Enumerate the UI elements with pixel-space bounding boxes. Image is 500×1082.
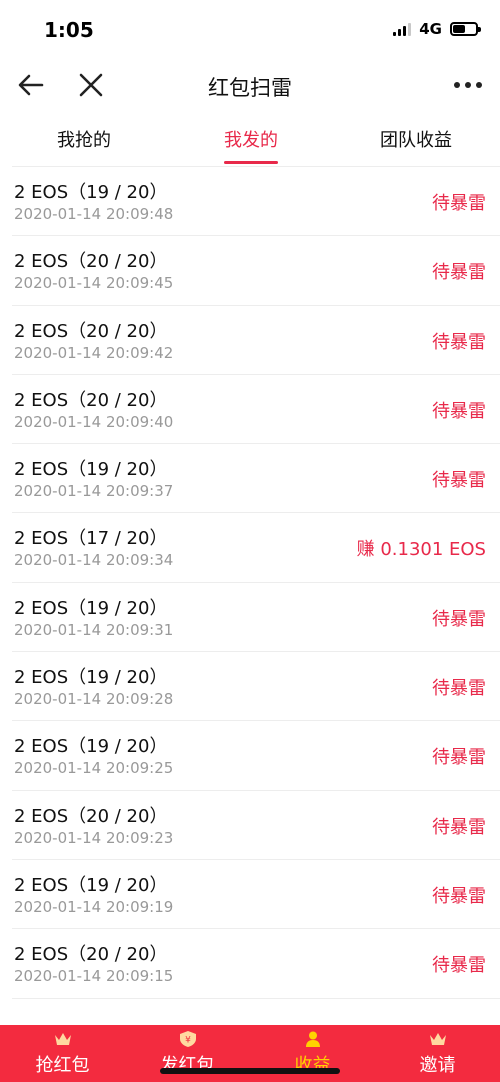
packet-timestamp: 2020-01-14 20:09:45 — [14, 274, 174, 293]
packet-amount: 2 EOS（19 / 20） — [14, 459, 168, 481]
packet-status: 待暴雷 — [432, 955, 486, 977]
packet-timestamp: 2020-01-14 20:09:40 — [14, 412, 174, 431]
more-icon[interactable] — [454, 82, 482, 88]
packet-timestamp: 2020-01-14 20:09:25 — [14, 759, 174, 778]
page-title: 红包扫雷 — [208, 76, 292, 100]
packet-status: 赚 0.1301 EOS — [356, 539, 486, 561]
list-item[interactable]: 2 EOS（20 / 20） 2020-01-14 20:09:15 待暴雷 — [12, 929, 500, 999]
packet-amount: 2 EOS（19 / 20） — [14, 874, 168, 896]
packet-timestamp: 2020-01-14 20:09:42 — [14, 343, 174, 362]
status-time: 1:05 — [44, 18, 94, 42]
list-item[interactable]: 2 EOS（20 / 20） 2020-01-14 20:09:23 待暴雷 — [12, 791, 500, 860]
signal-icon — [393, 22, 412, 36]
packet-timestamp: 2020-01-14 20:09:23 — [14, 828, 174, 847]
packet-timestamp: 2020-01-14 20:09:31 — [14, 620, 174, 639]
bottom-tab-grab[interactable]: 抢红包 — [0, 1025, 125, 1082]
packet-status: 待暴雷 — [432, 400, 486, 422]
status-indicators: 4G — [393, 20, 481, 38]
tab-team-earnings[interactable]: 团队收益 — [376, 126, 456, 152]
crown-icon — [54, 1033, 71, 1045]
back-arrow-icon[interactable] — [16, 70, 46, 100]
home-indicator — [160, 1068, 340, 1074]
tab-sent[interactable]: 我发的 — [221, 126, 281, 152]
person-icon — [305, 1031, 320, 1047]
packet-amount: 2 EOS（19 / 20） — [14, 182, 168, 203]
packet-timestamp: 2020-01-14 20:09:48 — [14, 205, 174, 223]
packet-timestamp: 2020-01-14 20:09:28 — [14, 690, 174, 709]
packet-amount: 2 EOS（19 / 20） — [14, 736, 168, 758]
packet-timestamp: 2020-01-14 20:09:37 — [14, 482, 174, 501]
bottom-tab-label: 抢红包 — [35, 1055, 90, 1076]
battery-icon — [450, 22, 481, 36]
list-item[interactable]: 2 EOS（19 / 20） 2020-01-14 20:09:28 待暴雷 — [12, 652, 500, 722]
packet-amount: 2 EOS（19 / 20） — [14, 597, 168, 619]
tab-grabbed[interactable]: 我抢的 — [54, 126, 114, 152]
crown-icon — [429, 1033, 446, 1045]
packet-timestamp: 2020-01-14 20:09:34 — [14, 551, 174, 570]
packet-amount: 2 EOS（20 / 20） — [14, 389, 168, 411]
list-item[interactable]: 2 EOS（17 / 20） 2020-01-14 20:09:34 赚 0.130… — [12, 513, 500, 583]
packet-status: 待暴雷 — [432, 262, 486, 284]
close-icon[interactable] — [76, 70, 106, 100]
packet-timestamp: 2020-01-14 20:09:19 — [14, 897, 174, 916]
list-item[interactable]: 2 EOS（19 / 20） 2020-01-14 20:09:25 待暴雷 — [12, 721, 500, 791]
list-item[interactable]: 2 EOS（20 / 20） 2020-01-14 20:09:40 待暴雷 — [12, 375, 500, 445]
packet-amount: 2 EOS（19 / 20） — [14, 667, 168, 689]
packet-status: 待暴雷 — [432, 331, 486, 353]
svg-text:¥: ¥ — [185, 1036, 191, 1046]
tab-bar: 我抢的 我发的 团队收益 — [0, 118, 500, 166]
shield-yen-icon: ¥ — [179, 1031, 196, 1047]
nav-bar: 红包扫雷 — [0, 62, 500, 108]
packet-status: 待暴雷 — [432, 816, 486, 838]
list-item[interactable]: 2 EOS（19 / 20） 2020-01-14 20:09:48 待暴雷 — [12, 167, 500, 237]
list-item[interactable]: 2 EOS（20 / 20） 2020-01-14 20:09:42 待暴雷 — [12, 306, 500, 375]
packet-amount: 2 EOS（17 / 20） — [14, 528, 168, 550]
list-item[interactable]: 2 EOS（19 / 20） 2020-01-14 20:09:37 待暴雷 — [12, 444, 500, 514]
packet-status: 待暴雷 — [432, 470, 486, 492]
bottom-tab-label: 邀请 — [419, 1055, 456, 1076]
bottom-tab-invite[interactable]: 邀请 — [375, 1025, 500, 1082]
list-item[interactable]: 2 EOS（19 / 20） 2020-01-14 20:09:19 待暴雷 — [12, 860, 500, 930]
network-type: 4G — [419, 20, 442, 38]
active-tab-indicator — [224, 161, 278, 164]
packet-status: 待暴雷 — [432, 608, 486, 630]
packet-amount: 2 EOS（20 / 20） — [14, 251, 168, 273]
list-item[interactable]: 2 EOS（20 / 20） 2020-01-14 20:09:45 待暴雷 — [12, 236, 500, 306]
packet-amount: 2 EOS（20 / 20） — [14, 805, 168, 827]
packet-status: 待暴雷 — [432, 885, 486, 907]
packet-status: 待暴雷 — [432, 747, 486, 769]
packet-status: 待暴雷 — [432, 193, 486, 214]
packet-amount: 2 EOS（20 / 20） — [14, 320, 168, 342]
packet-amount: 2 EOS（20 / 20） — [14, 944, 168, 966]
red-packet-list: 2 EOS（19 / 20） 2020-01-14 20:09:48 待暴雷 2 EO… — [12, 166, 500, 999]
packet-status: 待暴雷 — [432, 678, 486, 700]
status-bar: 1:05 4G — [0, 0, 500, 62]
packet-timestamp: 2020-01-14 20:09:15 — [14, 967, 174, 986]
list-item[interactable]: 2 EOS（19 / 20） 2020-01-14 20:09:31 待暴雷 — [12, 583, 500, 653]
